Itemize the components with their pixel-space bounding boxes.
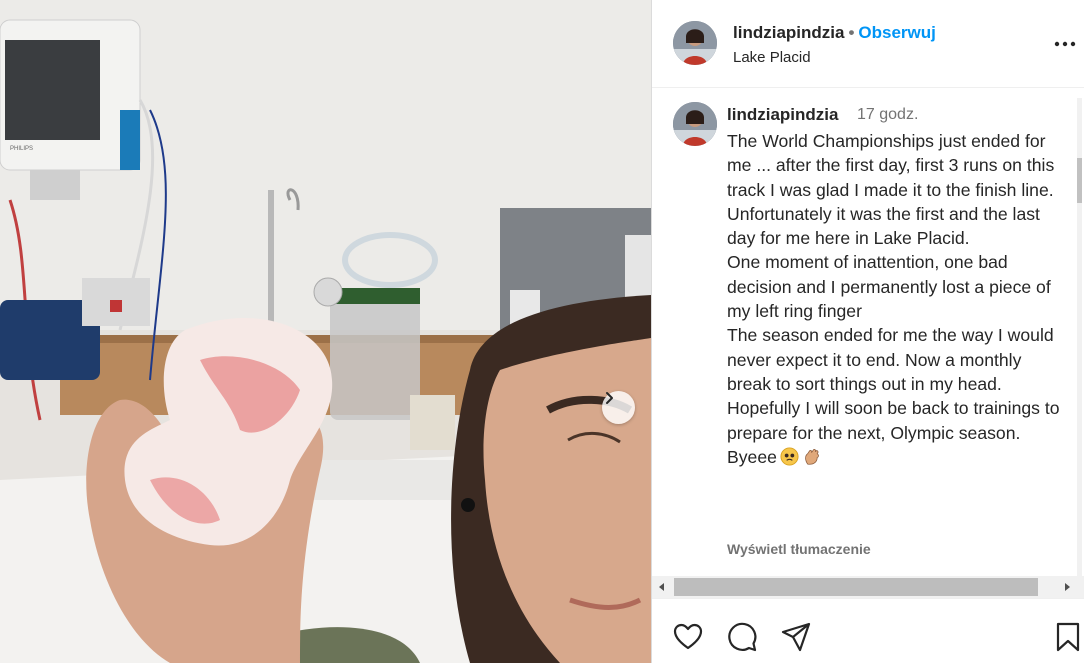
hospital-selfie-image: PHILIPS	[0, 0, 651, 663]
location-link[interactable]: Lake Placid	[733, 49, 811, 66]
avatar-image	[673, 102, 717, 146]
post-sidebar: lindziapindzia • Obserwuj Lake Placid lind…	[652, 0, 1084, 663]
caption-body: The World Championships just ended for m…	[727, 131, 1060, 467]
header-username-row: lindziapindzia • Obserwuj	[733, 23, 936, 43]
more-options-button[interactable]	[1052, 34, 1080, 54]
translate-link[interactable]: Wyświetl tłumaczenie	[727, 541, 871, 557]
caption-text: The World Championships just ended for m…	[727, 129, 1067, 469]
post-timestamp[interactable]: 17 godz.	[857, 106, 918, 124]
horizontal-scrollbar-thumb[interactable]	[674, 578, 1038, 596]
share-button[interactable]	[780, 621, 812, 653]
comment-button[interactable]	[726, 621, 758, 653]
vertical-scrollbar-thumb[interactable]	[1077, 158, 1082, 203]
scroll-right-arrow-icon[interactable]	[1062, 582, 1072, 592]
paper-plane-icon	[781, 622, 811, 652]
save-button[interactable]	[1052, 621, 1084, 653]
caption-avatar[interactable]	[673, 102, 717, 146]
more-options-icon	[1054, 41, 1076, 47]
caption-scroll-area[interactable]: lindziapindzia 17 godz. The World Champi…	[652, 89, 1084, 576]
avatar-image	[673, 21, 717, 65]
caption-username[interactable]: lindziapindzia	[727, 105, 838, 125]
post-header: lindziapindzia • Obserwuj Lake Placid	[652, 0, 1084, 88]
scroll-left-arrow-icon[interactable]	[657, 582, 667, 592]
chevron-right-icon	[606, 392, 613, 404]
header-username[interactable]: lindziapindzia	[733, 23, 844, 42]
follow-button[interactable]: Obserwuj	[858, 23, 935, 42]
heart-icon	[673, 623, 703, 650]
next-photo-button[interactable]	[602, 391, 635, 424]
action-bar	[652, 598, 1084, 663]
post-photo[interactable]: PHILIPS	[0, 0, 651, 663]
bookmark-icon	[1056, 622, 1080, 652]
pleading-face-emoji	[780, 447, 799, 466]
header-separator: •	[848, 23, 855, 42]
like-button[interactable]	[672, 621, 704, 653]
avatar[interactable]	[673, 21, 717, 65]
waving-hand-emoji	[805, 448, 819, 465]
vertical-scrollbar[interactable]	[1077, 98, 1082, 576]
comment-icon	[728, 622, 757, 652]
horizontal-scrollbar[interactable]	[652, 576, 1084, 598]
monitor-brand: PHILIPS	[10, 146, 33, 152]
